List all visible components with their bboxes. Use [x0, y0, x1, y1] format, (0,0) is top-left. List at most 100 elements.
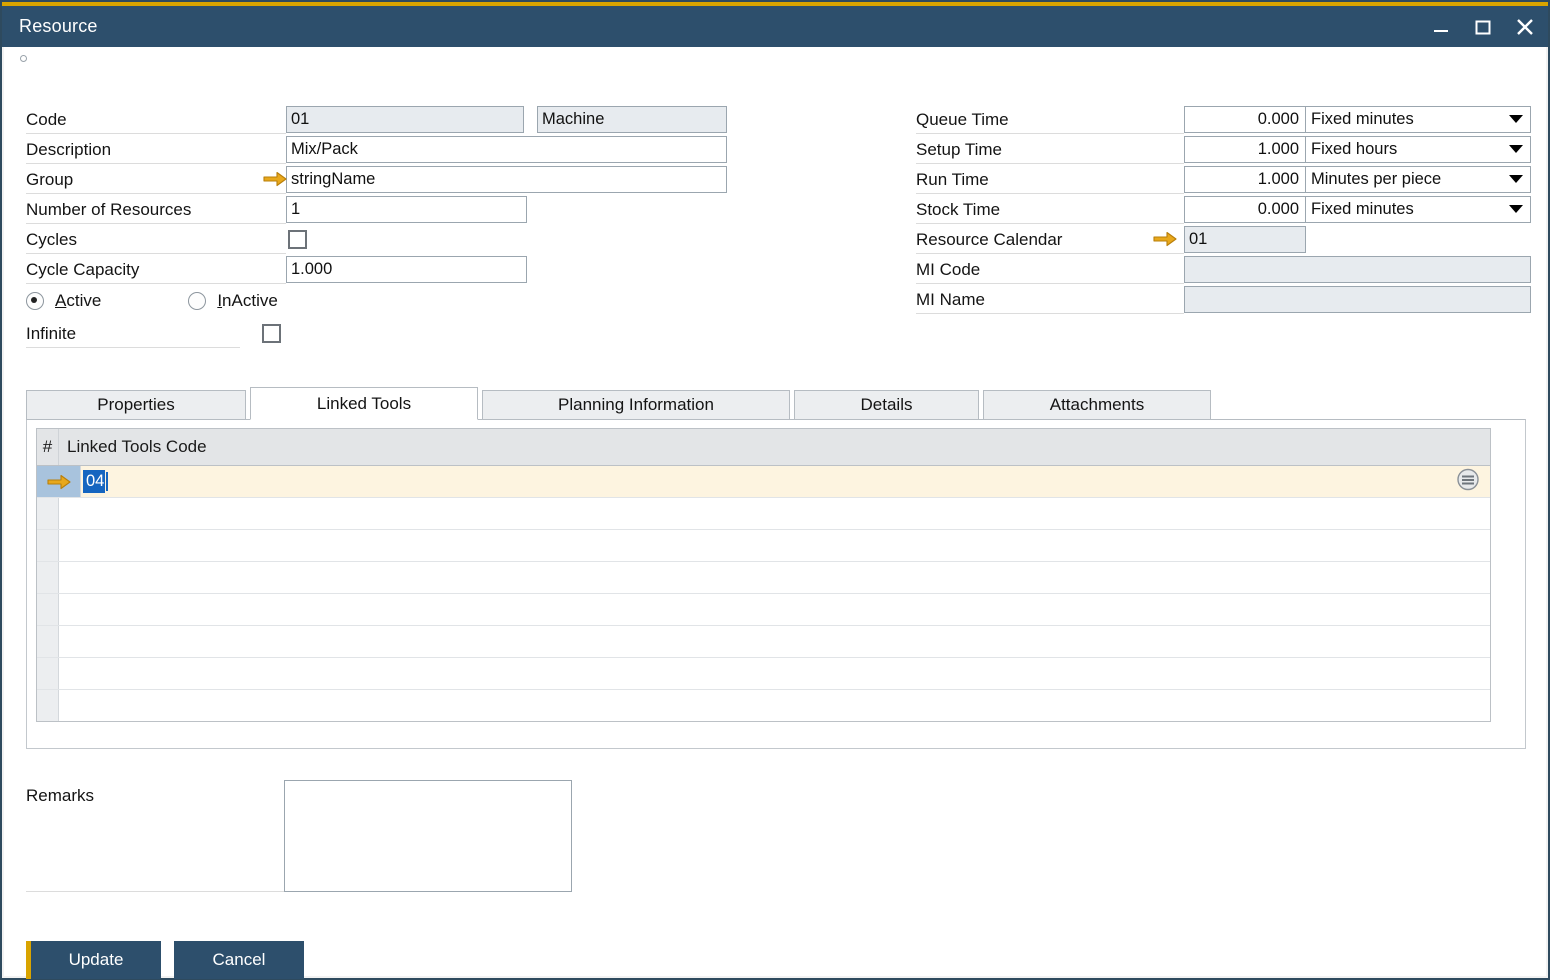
remarks-input[interactable]	[284, 780, 572, 892]
setup-time-unit-select[interactable]: Fixed hours	[1306, 136, 1531, 163]
row-selector[interactable]	[37, 626, 59, 657]
stock-time-unit-select[interactable]: Fixed minutes	[1306, 196, 1531, 223]
close-button[interactable]	[1514, 16, 1536, 38]
window-controls	[1430, 6, 1536, 47]
grid-header-number: #	[37, 429, 59, 465]
field-row-mi-name: MI Name	[916, 284, 1531, 314]
field-row-description: Description Mix/Pack	[26, 134, 786, 164]
mi-code-label: MI Code	[916, 254, 1184, 284]
setup-time-field[interactable]: 1.000	[1184, 136, 1306, 163]
linked-tools-code-cell[interactable]	[59, 626, 1490, 657]
field-row-setup-time: Setup Time 1.000 Fixed hours	[916, 134, 1531, 164]
field-row-stock-time: Stock Time 0.000 Fixed minutes	[916, 194, 1531, 224]
queue-time-unit-value: Fixed minutes	[1311, 110, 1414, 129]
tab-properties[interactable]: Properties	[26, 390, 246, 420]
code-type-field[interactable]: Machine	[537, 106, 727, 133]
tab-section: Properties Linked Tools Planning Informa…	[26, 387, 1526, 749]
table-row[interactable]	[37, 530, 1490, 562]
text-caret	[106, 472, 108, 491]
row-selector[interactable]	[37, 658, 59, 689]
row-selector[interactable]	[37, 594, 59, 625]
stock-time-field[interactable]: 0.000	[1184, 196, 1306, 223]
chevron-down-icon	[1509, 145, 1523, 153]
footer-actions: Update Cancel	[26, 941, 304, 979]
table-row[interactable]	[37, 594, 1490, 626]
number-of-resources-field[interactable]: 1	[286, 196, 527, 223]
infinite-checkbox[interactable]	[262, 324, 281, 343]
arrow-right-icon[interactable]	[262, 170, 288, 188]
mi-name-label: MI Name	[916, 284, 1184, 314]
table-row[interactable]	[37, 498, 1490, 530]
chevron-down-icon	[1509, 175, 1523, 183]
minimize-button[interactable]	[1430, 16, 1452, 38]
row-selector-arrow-icon[interactable]	[37, 466, 81, 497]
group-field[interactable]: stringName	[286, 166, 727, 193]
field-row-cycle-capacity: Cycle Capacity 1.000	[26, 254, 786, 284]
window-body: Code 01 Machine Description Mix/Pack Gro…	[2, 47, 1548, 978]
field-row-infinite: Infinite	[26, 318, 786, 348]
inactive-radio[interactable]	[188, 292, 206, 310]
status-radio-group: Active InActive	[26, 286, 786, 316]
field-row-number-of-resources: Number of Resources 1	[26, 194, 786, 224]
table-row[interactable]: 04	[37, 466, 1490, 498]
arrow-right-icon[interactable]	[1152, 230, 1178, 248]
queue-time-unit-select[interactable]: Fixed minutes	[1306, 106, 1531, 133]
field-row-mi-code: MI Code	[916, 254, 1531, 284]
run-time-field[interactable]: 1.000	[1184, 166, 1306, 193]
queue-time-field[interactable]: 0.000	[1184, 106, 1306, 133]
code-field[interactable]: 01	[286, 106, 524, 133]
setup-time-label: Setup Time	[916, 134, 1184, 164]
maximize-button[interactable]	[1472, 16, 1494, 38]
cycles-label: Cycles	[26, 224, 286, 254]
queue-time-label: Queue Time	[916, 104, 1184, 134]
stock-time-label: Stock Time	[916, 194, 1184, 224]
row-selector[interactable]	[37, 562, 59, 593]
row-selector[interactable]	[37, 498, 59, 529]
tab-details-label: Details	[861, 395, 913, 415]
description-field[interactable]: Mix/Pack	[286, 136, 727, 163]
field-row-run-time: Run Time 1.000 Minutes per piece	[916, 164, 1531, 194]
group-label: Group	[26, 164, 286, 194]
linked-tools-code-cell[interactable]	[59, 690, 1490, 721]
tabstrip: Properties Linked Tools Planning Informa…	[26, 387, 1526, 420]
table-row[interactable]	[37, 690, 1490, 721]
run-time-unit-select[interactable]: Minutes per piece	[1306, 166, 1531, 193]
resource-calendar-field[interactable]: 01	[1184, 226, 1306, 253]
field-row-group: Group stringName	[26, 164, 786, 194]
tab-linked-tools[interactable]: Linked Tools	[250, 387, 478, 420]
linked-tools-code-cell[interactable]	[59, 498, 1490, 529]
infinite-label: Infinite	[26, 318, 240, 348]
cancel-button[interactable]: Cancel	[174, 941, 304, 979]
mi-code-field[interactable]	[1184, 256, 1531, 283]
cycles-checkbox[interactable]	[288, 230, 307, 249]
grid-header-linked-tools-code: Linked Tools Code	[59, 437, 1490, 457]
table-row[interactable]	[37, 562, 1490, 594]
tab-details[interactable]: Details	[794, 390, 979, 420]
tab-attachments-label: Attachments	[1050, 395, 1145, 415]
remarks-section: Remarks	[26, 780, 586, 892]
tab-linked-tools-label: Linked Tools	[317, 394, 411, 414]
linked-tools-code-cell[interactable]	[59, 658, 1490, 689]
mi-name-field[interactable]	[1184, 286, 1531, 313]
tab-attachments[interactable]: Attachments	[983, 390, 1211, 420]
cycle-capacity-field[interactable]: 1.000	[286, 256, 527, 283]
active-radio[interactable]	[26, 292, 44, 310]
tab-planning-information[interactable]: Planning Information	[482, 390, 790, 420]
row-menu-icon[interactable]	[1456, 467, 1480, 496]
run-time-unit-value: Minutes per piece	[1311, 170, 1441, 189]
linked-tools-code-cell[interactable]: 04	[81, 466, 1490, 497]
form-column-left: Code 01 Machine Description Mix/Pack Gro…	[26, 104, 786, 348]
table-row[interactable]	[37, 626, 1490, 658]
tab-properties-label: Properties	[97, 395, 174, 415]
linked-tools-code-cell[interactable]	[59, 562, 1490, 593]
linked-tools-code-cell[interactable]	[59, 594, 1490, 625]
active-radio-label: Active	[55, 291, 101, 311]
linked-tools-code-cell[interactable]	[59, 530, 1490, 561]
table-row[interactable]	[37, 658, 1490, 690]
row-selector[interactable]	[37, 530, 59, 561]
grid-header: # Linked Tools Code	[37, 429, 1490, 466]
linked-tools-code-input[interactable]: 04	[83, 470, 105, 493]
row-selector[interactable]	[37, 690, 59, 721]
remarks-label: Remarks	[26, 780, 284, 892]
update-button[interactable]: Update	[26, 941, 161, 979]
